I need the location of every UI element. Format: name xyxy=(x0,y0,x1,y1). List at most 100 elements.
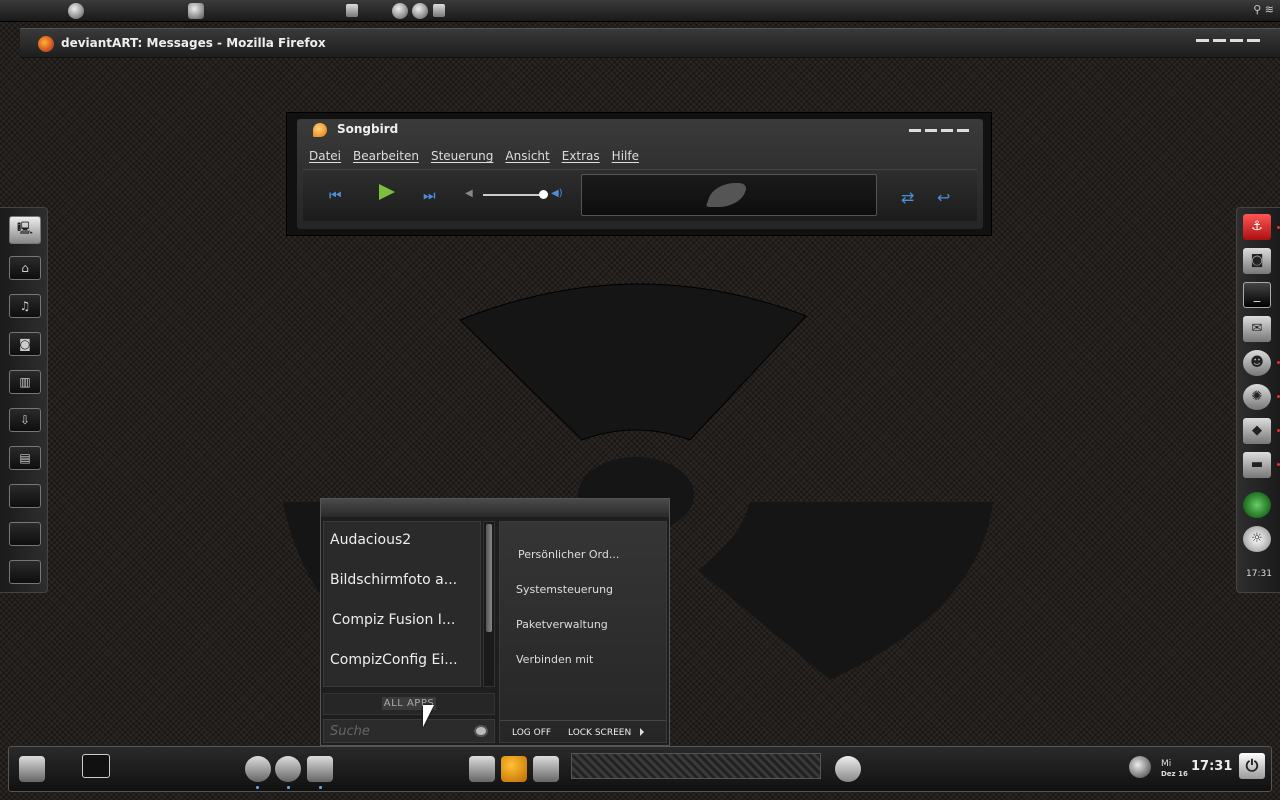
gem-icon[interactable]: ◆ xyxy=(1243,418,1271,444)
next-track-icon[interactable]: ⏭ xyxy=(423,188,436,204)
songbird-menubar: Datei Bearbeiten Steuerung Ansicht Extra… xyxy=(309,149,651,163)
repeat-icon[interactable]: ↩ xyxy=(937,188,950,207)
running-indicator xyxy=(319,786,322,789)
minimize-button[interactable] xyxy=(1196,39,1209,42)
computer-icon[interactable]: 🖳 xyxy=(9,216,41,244)
lock-screen-button[interactable]: LOCK SCREEN xyxy=(568,728,631,738)
menu-bearbeiten[interactable]: Bearbeiten xyxy=(353,149,419,163)
previous-track-icon[interactable]: ⏮ xyxy=(329,188,342,204)
folder-icon[interactable] xyxy=(9,522,41,546)
firefox-icon xyxy=(38,36,54,52)
maximize-button[interactable] xyxy=(1213,39,1226,42)
close-button[interactable] xyxy=(1247,39,1260,42)
all-apps-button[interactable]: ALL APPS xyxy=(323,693,495,715)
songbird-transport-bar: ⏮ ⏭ ◀ ◀) ⇄ ↩ xyxy=(303,169,977,221)
home-folder-icon[interactable]: ⌂ xyxy=(9,256,41,280)
gimp-orange-icon[interactable] xyxy=(501,756,527,782)
play-icon[interactable] xyxy=(379,184,395,200)
drive-icon[interactable] xyxy=(307,756,333,782)
top-panel: ⚲ ≋ xyxy=(0,0,1280,22)
weather-icon[interactable]: ☼ xyxy=(1243,526,1271,552)
folder-icon[interactable] xyxy=(9,484,41,508)
songbird-close-button[interactable] xyxy=(957,129,969,132)
menu-hilfe[interactable]: Hilfe xyxy=(612,149,639,163)
radiation-blade-right xyxy=(698,502,993,680)
pidgin-icon[interactable] xyxy=(412,3,428,19)
app-item-audacious2[interactable]: Audacious2 xyxy=(330,532,411,548)
app-item-compiz-fusion[interactable]: Compiz Fusion I... xyxy=(332,612,455,628)
camera-icon[interactable]: ◙ xyxy=(1243,248,1271,274)
place-item-home[interactable]: Persönlicher Ord... xyxy=(518,548,619,561)
scrollbar-thumb[interactable] xyxy=(486,524,492,632)
documents-folder-icon[interactable]: ▤ xyxy=(9,446,41,470)
place-item-paketverwaltung[interactable]: Paketverwaltung xyxy=(516,618,608,631)
songbird-shade-button[interactable] xyxy=(941,129,953,132)
running-indicator xyxy=(287,786,290,789)
settings-icon[interactable] xyxy=(245,756,271,782)
drive-icon[interactable] xyxy=(433,4,445,17)
volume-slider-knob[interactable] xyxy=(539,190,548,199)
gimp-icon[interactable] xyxy=(469,756,495,782)
shade-button[interactable] xyxy=(1230,39,1243,42)
network-icon[interactable] xyxy=(835,756,861,782)
menu-extras[interactable]: Extras xyxy=(562,149,600,163)
mouse-cursor xyxy=(423,705,434,727)
start-menu: Audacious2 Bildschirmfoto a... Compiz Fu… xyxy=(320,498,670,746)
songbird-logo-icon xyxy=(705,183,749,207)
session-more-icon[interactable] xyxy=(640,728,644,736)
places-panel: Persönlicher Ord... Systemsteuerung Pake… xyxy=(499,521,667,743)
power-icon[interactable]: ⏻ xyxy=(1239,753,1265,779)
disc-icon[interactable] xyxy=(1129,756,1151,778)
terminal-icon[interactable]: _ xyxy=(1243,282,1271,308)
volume-slider[interactable] xyxy=(483,194,543,196)
search-field[interactable]: Suche xyxy=(323,719,495,743)
pidgin-icon[interactable] xyxy=(275,756,301,782)
videos-folder-icon[interactable]: ▥ xyxy=(9,370,41,394)
left-dock: 🖳 ⌂ ♫ ◙ ▥ ⇩ ▤ xyxy=(0,207,48,593)
radiation-blade-top xyxy=(459,283,807,441)
songbird-minimize-button[interactable] xyxy=(909,129,921,132)
app-item-compizconfig[interactable]: CompizConfig Ei... xyxy=(330,652,458,668)
menu-datei[interactable]: Datei xyxy=(309,149,341,163)
radar-icon[interactable] xyxy=(1243,492,1271,518)
window-list-icon[interactable] xyxy=(346,4,358,17)
dock-clock: 17:31 xyxy=(1246,569,1272,579)
start-menu-header xyxy=(321,499,669,517)
songbird-frame: Songbird Datei Bearbeiten Steuerung Ansi… xyxy=(297,119,983,229)
log-off-button[interactable]: LOG OFF xyxy=(512,728,551,738)
system-monitor-icon[interactable] xyxy=(82,754,110,778)
anchor-icon[interactable]: ⚓ xyxy=(1243,214,1271,240)
place-item-verbinden-mit[interactable]: Verbinden mit xyxy=(516,653,593,666)
trash-icon[interactable] xyxy=(19,756,45,782)
songbird-window: Songbird Datei Bearbeiten Steuerung Ansi… xyxy=(286,112,992,236)
gimp-icon[interactable] xyxy=(188,3,204,19)
pictures-folder-icon[interactable]: ◙ xyxy=(9,332,41,356)
songbird-icon xyxy=(313,123,327,137)
folder-icon[interactable] xyxy=(9,560,41,584)
app-list-scrollbar[interactable] xyxy=(483,521,495,687)
mail-icon[interactable]: ✉ xyxy=(1243,316,1271,342)
settings-icon[interactable]: ✺ xyxy=(1243,384,1271,410)
session-bar: LOG OFF LOCK SCREEN xyxy=(500,720,666,744)
application-launcher-icon[interactable] xyxy=(68,3,84,19)
menu-steuerung[interactable]: Steuerung xyxy=(431,149,493,163)
pidgin-icon[interactable]: ☻ xyxy=(1243,350,1271,376)
task-strip[interactable] xyxy=(571,753,821,779)
settings-icon[interactable] xyxy=(392,3,408,19)
shuffle-icon[interactable]: ⇄ xyxy=(901,188,914,207)
menu-ansicht[interactable]: Ansicht xyxy=(505,149,549,163)
firefox-titlebar[interactable]: deviantART: Messages - Mozilla Firefox xyxy=(20,28,1280,58)
songbird-maximize-button[interactable] xyxy=(925,129,937,132)
search-icon[interactable] xyxy=(474,725,488,737)
downloads-folder-icon[interactable]: ⇩ xyxy=(9,408,41,432)
mute-icon[interactable]: ◀ xyxy=(465,188,473,199)
file-manager-icon[interactable] xyxy=(533,756,559,782)
volume-max-icon[interactable]: ◀) xyxy=(551,188,563,199)
songbird-titlebar[interactable]: Songbird xyxy=(297,119,983,141)
window-controls xyxy=(1196,39,1260,42)
drive-icon[interactable]: ▬ xyxy=(1243,452,1271,478)
music-folder-icon[interactable]: ♫ xyxy=(9,294,41,318)
place-item-systemsteuerung[interactable]: Systemsteuerung xyxy=(516,583,613,596)
wifi-icon[interactable]: ⚲ ≋ xyxy=(1253,3,1274,16)
app-item-bildschirmfoto[interactable]: Bildschirmfoto a... xyxy=(330,572,457,588)
